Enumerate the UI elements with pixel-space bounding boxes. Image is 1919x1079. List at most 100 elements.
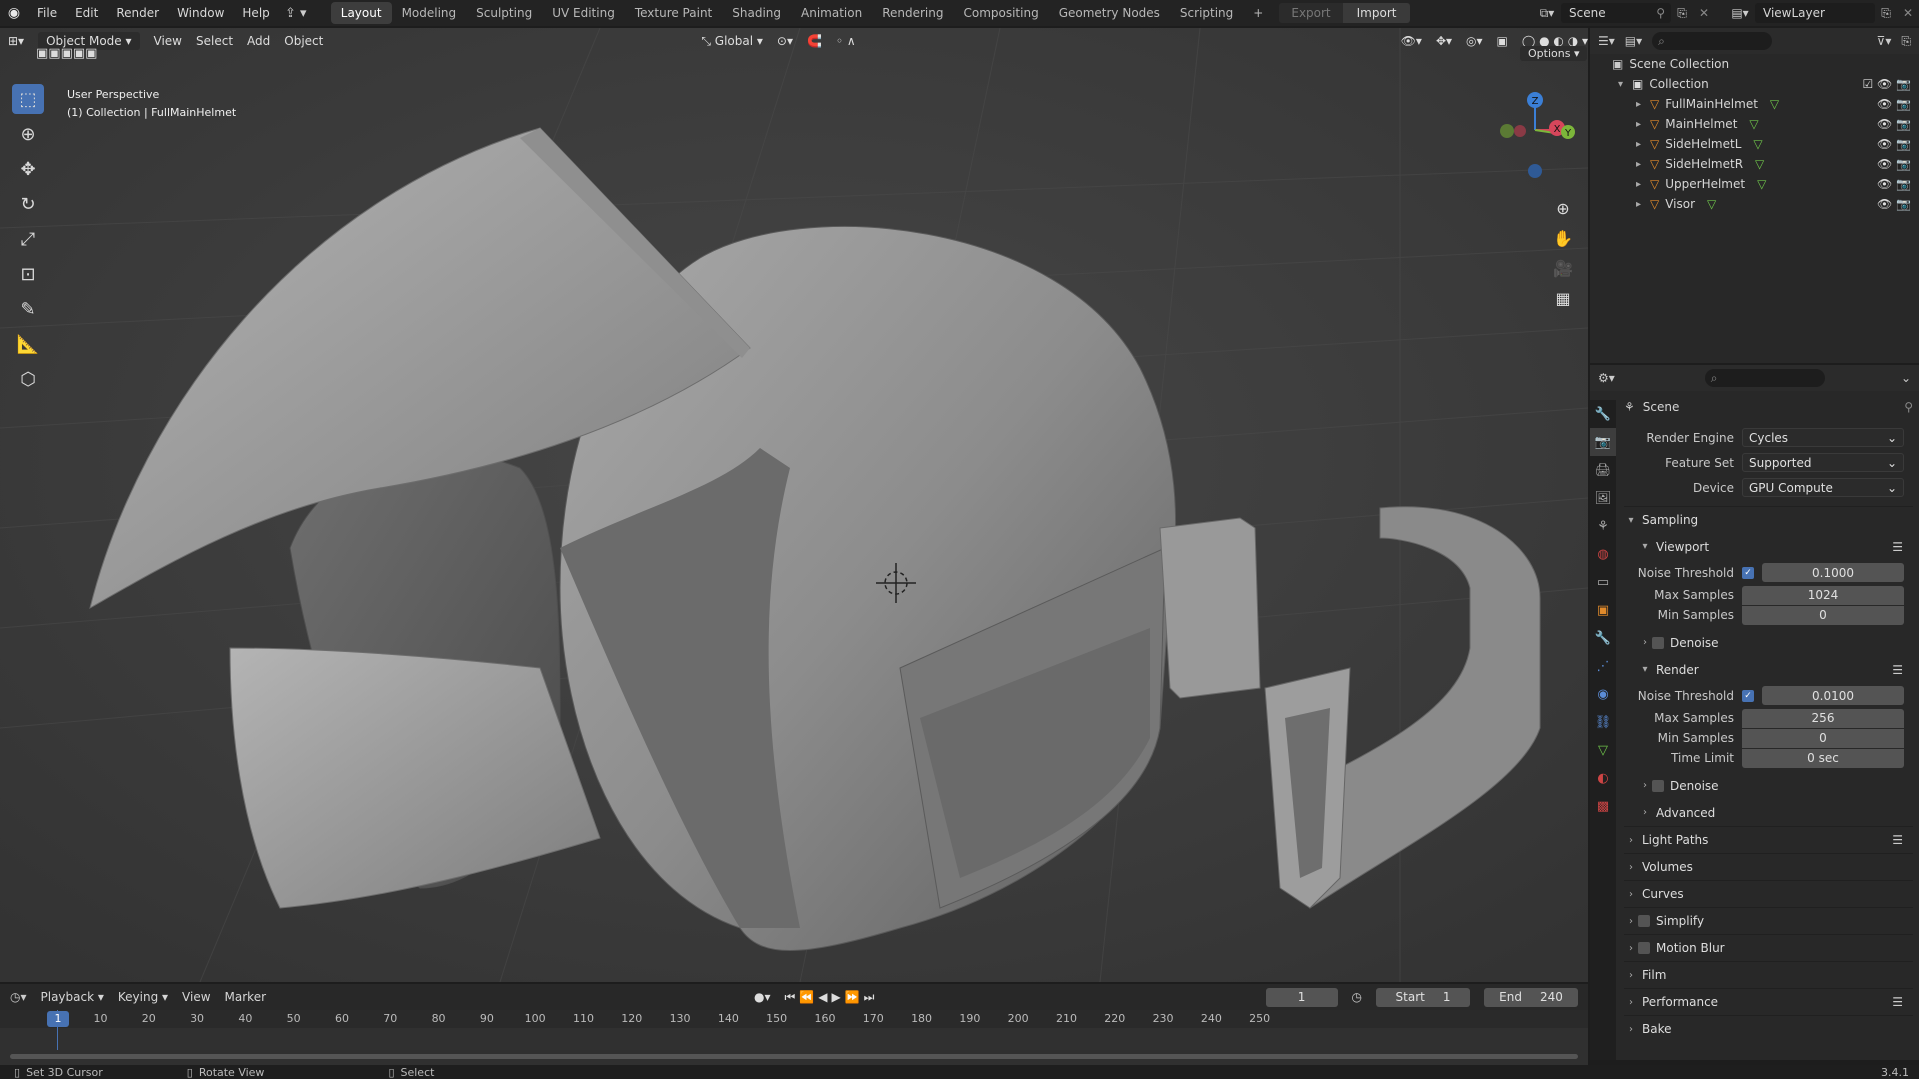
- expand-icon[interactable]: ▸: [1636, 159, 1650, 170]
- record-icon[interactable]: ●▾: [754, 990, 771, 1004]
- feature-set-dropdown[interactable]: Supported ⌄: [1742, 453, 1904, 472]
- menu-render[interactable]: Render: [107, 0, 168, 26]
- zoom-icon[interactable]: ⊕: [1548, 193, 1578, 223]
- scene-icon[interactable]: ⧉▾: [1533, 6, 1561, 21]
- xray-icon[interactable]: ▣: [1497, 34, 1508, 48]
- tab-animation[interactable]: Animation: [791, 2, 872, 24]
- render-denoise-checkbox[interactable]: [1652, 779, 1664, 792]
- render-tab-icon[interactable]: 📷: [1590, 428, 1616, 456]
- timeline-track[interactable]: 1102030405060708090100110120130140150160…: [0, 1010, 1588, 1065]
- object-toggles[interactable]: 👁 📷: [1877, 157, 1911, 171]
- delete-view-layer-icon[interactable]: ✕: [1897, 6, 1919, 20]
- start-frame-field[interactable]: Start 1: [1376, 987, 1470, 1007]
- outliner-object-row[interactable]: ▸ ▽ UpperHelmet ▽ 👁 📷: [1590, 174, 1919, 194]
- viewport-min-samples-field[interactable]: 0: [1742, 605, 1904, 625]
- expand-icon[interactable]: ▸: [1636, 199, 1650, 210]
- transform-orientation-dropdown[interactable]: ⤡ Global ▾: [701, 34, 763, 49]
- outliner-scene-collection[interactable]: ▣ Scene Collection: [1590, 54, 1919, 74]
- measure-icon[interactable]: 📐: [12, 329, 44, 359]
- scene-selector[interactable]: Scene ⚲: [1561, 3, 1671, 23]
- tab-texture-paint[interactable]: Texture Paint: [625, 2, 722, 24]
- menu-marker[interactable]: Marker: [225, 990, 266, 1004]
- expand-icon[interactable]: ▸: [1636, 179, 1650, 190]
- subpanel-render-denoise[interactable]: › Denoise: [1624, 772, 1913, 799]
- tool-tab-icon[interactable]: 🔧: [1590, 400, 1616, 428]
- viewport-denoise-checkbox[interactable]: [1652, 636, 1664, 649]
- pin-context-icon[interactable]: ⚲: [1904, 400, 1913, 414]
- viewport-max-samples-field[interactable]: 1024: [1742, 585, 1904, 605]
- menu-window[interactable]: Window: [168, 0, 233, 26]
- outliner-object-row[interactable]: ▸ ▽ Visor ▽ 👁 📷: [1590, 194, 1919, 214]
- options-dropdown[interactable]: Options ▾: [1520, 46, 1588, 61]
- object-toggles[interactable]: 👁 📷: [1877, 137, 1911, 151]
- proportional-icon[interactable]: ◦ ∧: [836, 34, 856, 48]
- output-tab-icon[interactable]: 🖨: [1590, 456, 1616, 484]
- noise-threshold-checkbox[interactable]: ✓: [1742, 689, 1754, 702]
- panel-volumes[interactable]: › Volumes: [1624, 853, 1913, 880]
- properties-search[interactable]: ⌕: [1704, 369, 1825, 387]
- render-engine-dropdown[interactable]: Cycles ⌄: [1742, 428, 1904, 447]
- motion-blur-checkbox[interactable]: [1638, 942, 1650, 954]
- list-icon[interactable]: ☰: [1892, 995, 1903, 1009]
- new-scene-icon[interactable]: ⎘: [1671, 6, 1693, 21]
- panel-sampling[interactable]: ▾ Sampling: [1624, 506, 1913, 533]
- tab-rendering[interactable]: Rendering: [872, 2, 953, 24]
- end-frame-field[interactable]: End 240: [1484, 987, 1578, 1007]
- move-icon[interactable]: ✥: [12, 154, 44, 184]
- tab-layout[interactable]: Layout: [330, 2, 392, 24]
- outliner-editor-icon[interactable]: ☰▾: [1598, 34, 1615, 48]
- snap-icon[interactable]: 🧲: [807, 34, 822, 48]
- transform-icon[interactable]: ⊡: [12, 259, 44, 289]
- tab-shading[interactable]: Shading: [722, 2, 791, 24]
- tab-modeling[interactable]: Modeling: [392, 2, 467, 24]
- view-layer-icon[interactable]: ▤▾: [1725, 6, 1755, 20]
- subpanel-render[interactable]: ▾ Render ☰: [1624, 656, 1913, 683]
- display-mode-icon[interactable]: ▤▾: [1625, 34, 1642, 48]
- panel-motion-blur[interactable]: › Motion Blur: [1624, 934, 1913, 961]
- view-layer-selector[interactable]: ViewLayer: [1755, 3, 1875, 23]
- 3d-viewport[interactable]: ⊞▾ Object Mode ▾ View Select Add Object …: [0, 28, 1588, 982]
- pan-hand-icon[interactable]: ✋: [1548, 223, 1578, 253]
- tab-sculpting[interactable]: Sculpting: [466, 2, 542, 24]
- blender-logo-icon[interactable]: ◉: [0, 5, 28, 21]
- visibility-icon[interactable]: 👁▾: [1401, 34, 1422, 48]
- subpanel-viewport[interactable]: ▾ Viewport ☰: [1624, 533, 1913, 560]
- tab-uv-editing[interactable]: UV Editing: [542, 2, 625, 24]
- panel-bake[interactable]: › Bake: [1624, 1015, 1913, 1042]
- new-collection-icon[interactable]: ⎘: [1901, 34, 1911, 49]
- scene-tab-icon[interactable]: ⚘: [1590, 512, 1616, 540]
- expand-icon[interactable]: ▾: [1618, 79, 1632, 90]
- current-frame-field[interactable]: 1: [1265, 987, 1338, 1007]
- render-max-samples-field[interactable]: 256: [1742, 708, 1904, 728]
- timeline-scrollbar[interactable]: [10, 1054, 1578, 1059]
- collection-toggles[interactable]: ☑ 👁 📷: [1862, 77, 1911, 91]
- expand-icon[interactable]: ▸: [1636, 99, 1650, 110]
- physics-tab-icon[interactable]: ◉: [1590, 680, 1616, 708]
- object-toggles[interactable]: 👁 📷: [1877, 197, 1911, 211]
- menu-file[interactable]: File: [28, 0, 66, 26]
- object-tab-icon[interactable]: ▣: [1590, 596, 1616, 624]
- tab-scripting[interactable]: Scripting: [1170, 2, 1243, 24]
- export-button[interactable]: Export: [1279, 3, 1343, 23]
- menu-select[interactable]: Select: [196, 34, 233, 48]
- properties-options-icon[interactable]: ⌄: [1901, 371, 1911, 385]
- overlay-toggle-icon[interactable]: ◎▾: [1466, 34, 1483, 48]
- simplify-checkbox[interactable]: [1638, 915, 1650, 927]
- clock-icon[interactable]: ◷: [1352, 990, 1362, 1004]
- ortho-grid-icon[interactable]: ▦: [1548, 283, 1578, 313]
- scale-icon[interactable]: ⤢: [12, 224, 44, 254]
- outliner-object-row[interactable]: ▸ ▽ SideHelmetL ▽ 👁 📷: [1590, 134, 1919, 154]
- timeline-editor-icon[interactable]: ◷▾: [10, 990, 27, 1004]
- menu-timeline-view[interactable]: View: [182, 990, 210, 1004]
- texture-tab-icon[interactable]: ▩: [1590, 792, 1616, 820]
- gizmo-toggle-icon[interactable]: ✥▾: [1436, 34, 1452, 48]
- subpanel-viewport-denoise[interactable]: › Denoise: [1624, 629, 1913, 656]
- menu-object[interactable]: Object: [284, 34, 323, 48]
- add-workspace-button[interactable]: +: [1243, 2, 1273, 24]
- menu-edit[interactable]: Edit: [66, 0, 107, 26]
- view-layer-tab-icon[interactable]: 🖼: [1590, 484, 1616, 512]
- world-tab-icon[interactable]: ◍: [1590, 540, 1616, 568]
- constraints-tab-icon[interactable]: ⛓: [1590, 708, 1616, 736]
- object-toggles[interactable]: 👁 📷: [1877, 97, 1911, 111]
- object-toggles[interactable]: 👁 📷: [1877, 117, 1911, 131]
